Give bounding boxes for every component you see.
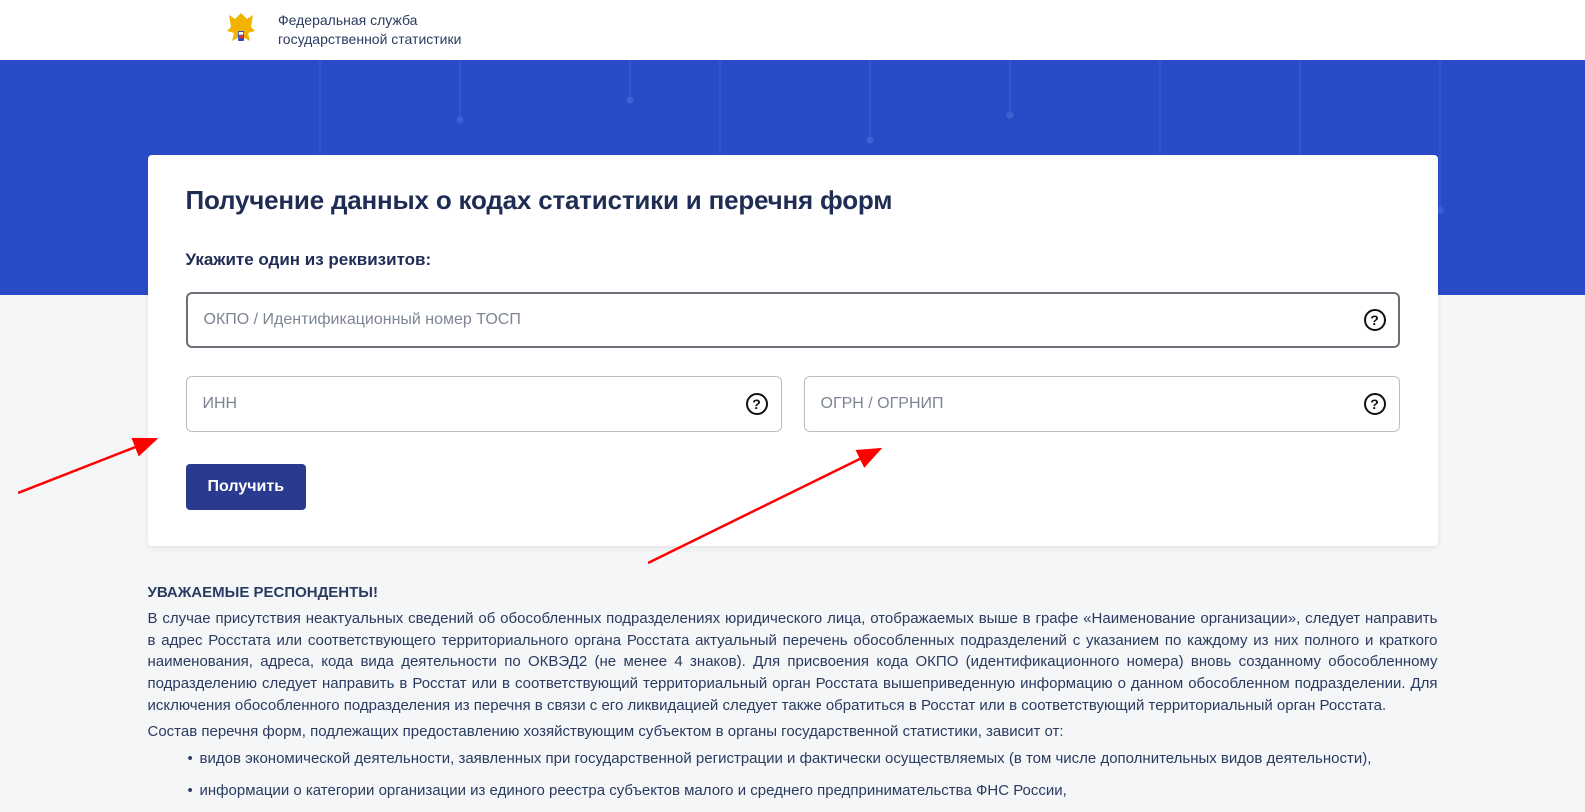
submit-button[interactable]: Получить bbox=[186, 464, 307, 510]
org-name: Федеральная служба государственной стати… bbox=[278, 11, 461, 49]
page-title: Получение данных о кодах статистики и пе… bbox=[186, 185, 1400, 216]
org-line1: Федеральная служба bbox=[278, 11, 461, 30]
instruction-label: Укажите один из реквизитов: bbox=[186, 250, 1400, 270]
note-list-intro: Состав перечня форм, подлежащих предоста… bbox=[148, 721, 1438, 743]
org-line2: государственной статистики bbox=[278, 30, 461, 49]
okpo-field-row: ? bbox=[186, 292, 1400, 348]
help-icon[interactable]: ? bbox=[1364, 393, 1386, 415]
ogrn-input[interactable] bbox=[804, 376, 1400, 432]
inn-input[interactable] bbox=[186, 376, 782, 432]
note-block: УВАЖАЕМЫЕ РЕСПОНДЕНТЫ! В случае присутст… bbox=[148, 582, 1438, 802]
note-list-item: видов экономической деятельности, заявле… bbox=[188, 748, 1438, 770]
site-header: Федеральная служба государственной стати… bbox=[0, 0, 1585, 60]
crest-icon bbox=[220, 9, 262, 51]
help-icon[interactable]: ? bbox=[746, 393, 768, 415]
ogrn-field-row: ? bbox=[804, 376, 1400, 432]
inn-field-row: ? bbox=[186, 376, 782, 432]
note-list-item: информации о категории организации из ед… bbox=[188, 780, 1438, 802]
okpo-input[interactable] bbox=[186, 292, 1400, 348]
help-icon[interactable]: ? bbox=[1364, 309, 1386, 331]
arrow-annotation bbox=[18, 435, 163, 495]
note-title: УВАЖАЕМЫЕ РЕСПОНДЕНТЫ! bbox=[148, 582, 1438, 604]
note-body: В случае присутствия неактуальных сведен… bbox=[148, 608, 1438, 717]
search-card: Получение данных о кодах статистики и пе… bbox=[148, 155, 1438, 546]
